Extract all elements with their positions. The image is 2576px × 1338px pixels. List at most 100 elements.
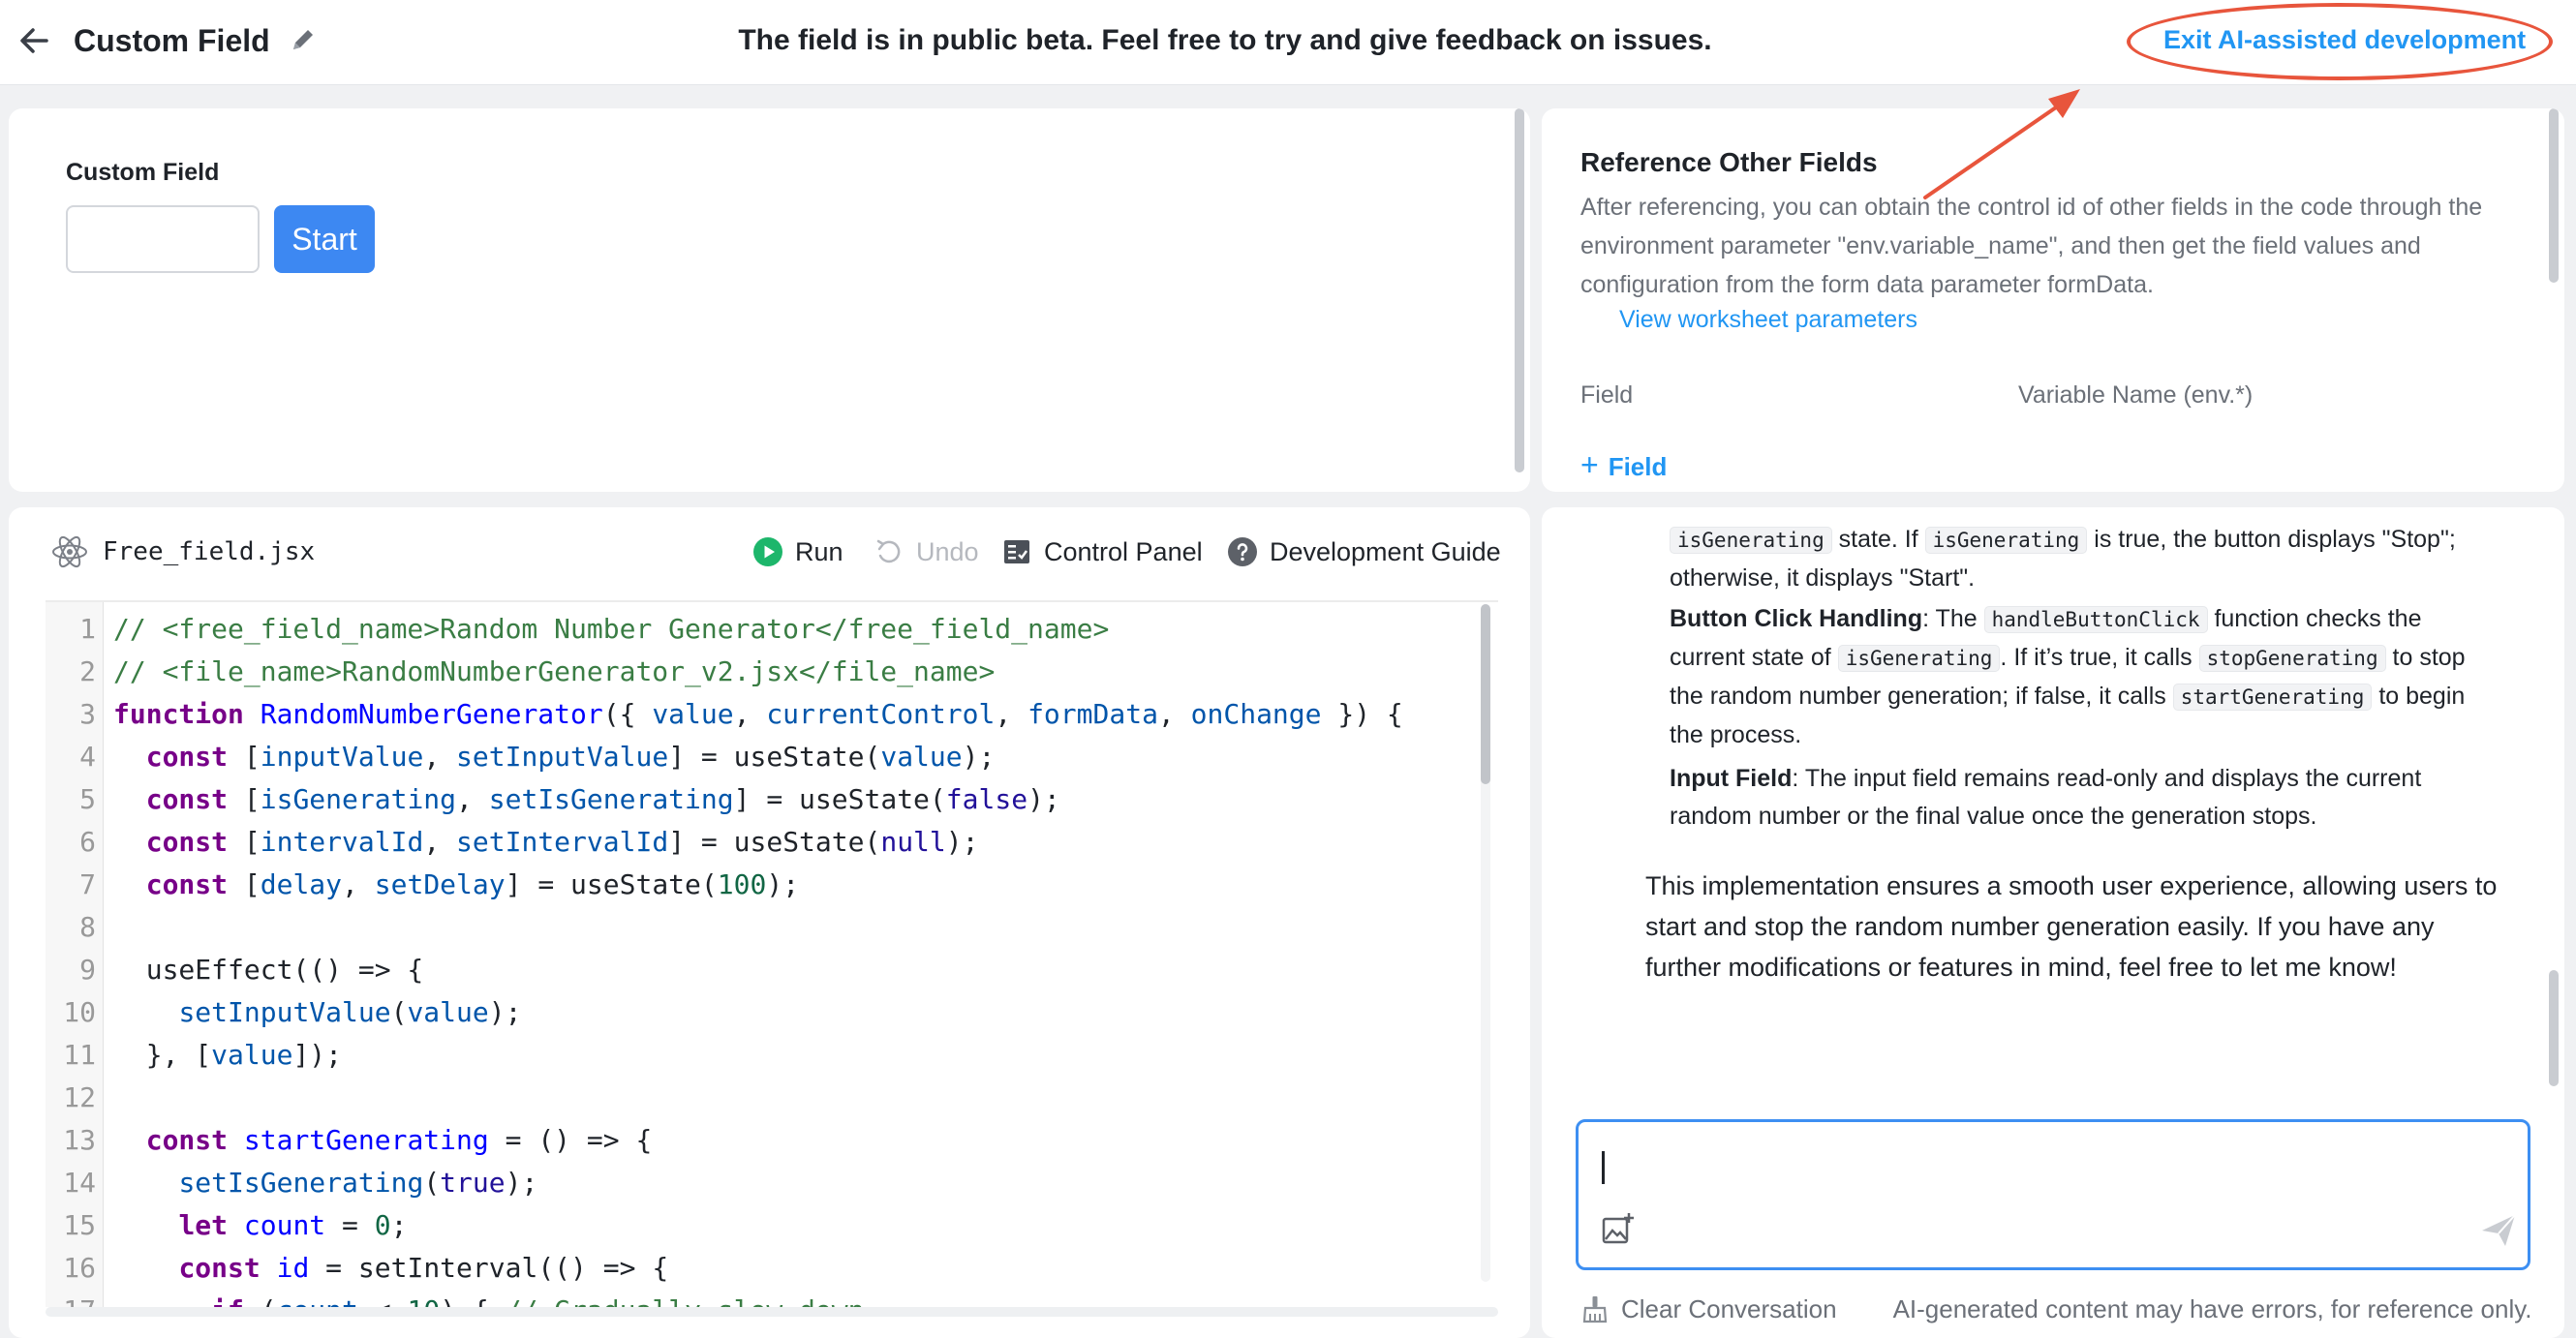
control-panel-label: Control Panel (1044, 537, 1203, 566)
code-line[interactable]: 10 setInputValue(value); (46, 991, 521, 1034)
undo-button[interactable]: Undo (874, 532, 979, 571)
code-text: const [delay, setDelay] = useState(100); (145, 868, 800, 900)
line-number: 2 (79, 655, 96, 687)
back-arrow-icon[interactable] (14, 19, 56, 62)
code-line[interactable]: 7 const [delay, setDelay] = useState(100… (46, 864, 799, 906)
code-line[interactable]: 8 (46, 906, 113, 949)
code-line[interactable]: 9 useEffect(() => { (46, 949, 423, 991)
reference-fields-panel: Reference Other Fields After referencing… (1542, 108, 2564, 492)
code-text: setIsGenerating(true); (178, 1167, 538, 1199)
code-text: }, [value]); (113, 1039, 343, 1071)
code-line[interactable]: 1 // <free_field_name>Random Number Gener… (46, 608, 1109, 651)
chat-footer: Clear Conversation AI-generated content … (1580, 1292, 2532, 1326)
code-text: // <free_field_name>Random Number Genera… (113, 613, 1110, 645)
code-text: const [intervalId, setIntervalId] = useS… (145, 826, 979, 858)
broom-icon (1582, 1296, 1608, 1323)
code-line[interactable]: 6 const [intervalId, setIntervalId] = us… (46, 821, 979, 864)
code-text: const [inputValue, setInputValue] = useS… (145, 741, 996, 773)
line-number: 1 (79, 613, 96, 645)
chat-scrollbar[interactable] (2549, 507, 2559, 1088)
view-worksheet-parameters-link[interactable]: View worksheet parameters (1619, 304, 1917, 335)
line-number: 7 (79, 868, 96, 900)
assistant-message: isGenerating state. If isGenerating is t… (1542, 507, 2510, 1088)
line-number: 13 (63, 1124, 96, 1156)
code-line[interactable]: 15 let count = 0; (46, 1204, 407, 1247)
line-number: 15 (63, 1209, 96, 1241)
message-paragraph: Button Click Handling: The handleButtonC… (1670, 605, 2466, 748)
code-line[interactable]: 5 const [isGenerating, setIsGenerating] … (46, 778, 1060, 821)
react-atom-icon (52, 535, 87, 568)
column-header-field: Field (1580, 381, 1634, 409)
control-panel-button[interactable]: Control Panel (1001, 532, 1203, 571)
start-button[interactable]: Start (274, 205, 375, 273)
line-number: 12 (63, 1081, 96, 1113)
code-line[interactable]: 12 (46, 1077, 113, 1119)
top-bar: Custom Field The field is in public beta… (0, 0, 2576, 85)
play-icon (753, 537, 782, 566)
line-number: 5 (79, 783, 96, 815)
reference-scrollbar-thumb[interactable] (2549, 108, 2559, 283)
code-line[interactable]: 11 }, [value]); (46, 1034, 342, 1077)
file-name: Free_field.jsx (103, 537, 316, 566)
send-icon[interactable] (2479, 1211, 2518, 1250)
reference-description: After referencing, you can obtain the co… (1580, 194, 2483, 298)
code-line[interactable]: 3 function RandomNumberGenerator({ value,… (46, 693, 1403, 736)
line-number: 11 (63, 1039, 96, 1071)
beta-notice: The field is in public beta. Feel free t… (738, 24, 1712, 56)
editor-toolbar: Free_field.jsx Run Undo Control Panel De… (9, 507, 1530, 596)
column-header-variable-name: Variable Name (env.*) (2018, 381, 2254, 409)
plus-icon: + (1580, 447, 1599, 482)
line-number: 14 (63, 1167, 96, 1199)
code-line[interactable]: 14 setIsGenerating(true); (46, 1162, 537, 1204)
chat-scrollbar-thumb[interactable] (2549, 970, 2559, 1086)
editor-horizontal-scrollbar[interactable] (46, 1307, 1498, 1317)
run-label: Run (795, 537, 843, 566)
code-text: useEffect(() => { (113, 954, 424, 986)
preview-field-label: Custom Field (66, 159, 220, 186)
run-button[interactable]: Run (752, 532, 843, 571)
text-caret (1602, 1151, 1605, 1184)
line-number: 17 (46, 1290, 96, 1307)
line-number: 10 (63, 996, 96, 1028)
editor-scrollbar[interactable] (1481, 604, 1490, 1282)
pencil-edit-icon[interactable] (287, 23, 320, 56)
page-title: Custom Field (74, 23, 270, 58)
message-paragraph: This implementation ensures a smooth use… (1645, 871, 2498, 982)
code-editor-panel: Free_field.jsx Run Undo Control Panel De… (9, 507, 1530, 1338)
reference-scrollbar[interactable] (2549, 108, 2559, 283)
line-number: 16 (63, 1252, 96, 1284)
code-line[interactable]: 16 const id = setInterval(() => { (46, 1247, 668, 1290)
code-text: const id = setInterval(() => { (178, 1252, 669, 1284)
help-question-icon (1228, 537, 1257, 566)
exit-ai-dev-button[interactable]: Exit AI-assisted development (2163, 21, 2526, 58)
code-line[interactable]: 4 const [inputValue, setInputValue] = us… (46, 736, 995, 778)
preview-scrollbar-thumb[interactable] (1515, 108, 1524, 472)
chat-input-box[interactable] (1576, 1119, 2530, 1270)
line-number: 6 (79, 826, 96, 858)
code-line[interactable]: 17 if (count < 10) { // Gradually slow d… (46, 1290, 864, 1307)
line-number: 3 (79, 698, 96, 730)
control-panel-icon (1004, 540, 1029, 563)
development-guide-label: Development Guide (1270, 537, 1501, 566)
code-area[interactable]: 1 // <free_field_name>Random Number Gener… (46, 600, 1498, 1307)
clear-conversation-button[interactable]: Clear Conversation (1580, 1294, 1837, 1324)
ai-chat-panel: isGenerating state. If isGenerating is t… (1542, 507, 2564, 1338)
field-preview-panel: Custom Field Start (9, 108, 1530, 492)
add-image-icon[interactable] (1600, 1211, 1635, 1246)
clear-conversation-label: Clear Conversation (1621, 1293, 1837, 1323)
development-guide-button[interactable]: Development Guide (1227, 532, 1501, 571)
add-field-label: Field (1608, 452, 1668, 481)
code-text: function RandomNumberGenerator({ value, … (113, 698, 1403, 730)
add-field-button[interactable]: + Field (1580, 447, 1667, 484)
preview-scrollbar[interactable] (1515, 108, 1524, 472)
preview-number-input[interactable] (66, 205, 260, 273)
line-number: 9 (79, 954, 96, 986)
code-line[interactable]: 13 const startGenerating = () => { (46, 1119, 652, 1162)
undo-icon (876, 539, 901, 563)
line-number: 8 (79, 911, 96, 943)
code-text: let count = 0; (178, 1209, 408, 1241)
code-text: setInputValue(value); (178, 996, 522, 1028)
code-line[interactable]: 2 // <file_name>RandomNumberGenerator_v2.… (46, 651, 995, 693)
editor-scrollbar-thumb[interactable] (1481, 604, 1490, 784)
code-text: // <file_name>RandomNumberGenerator_v2.j… (113, 655, 996, 687)
